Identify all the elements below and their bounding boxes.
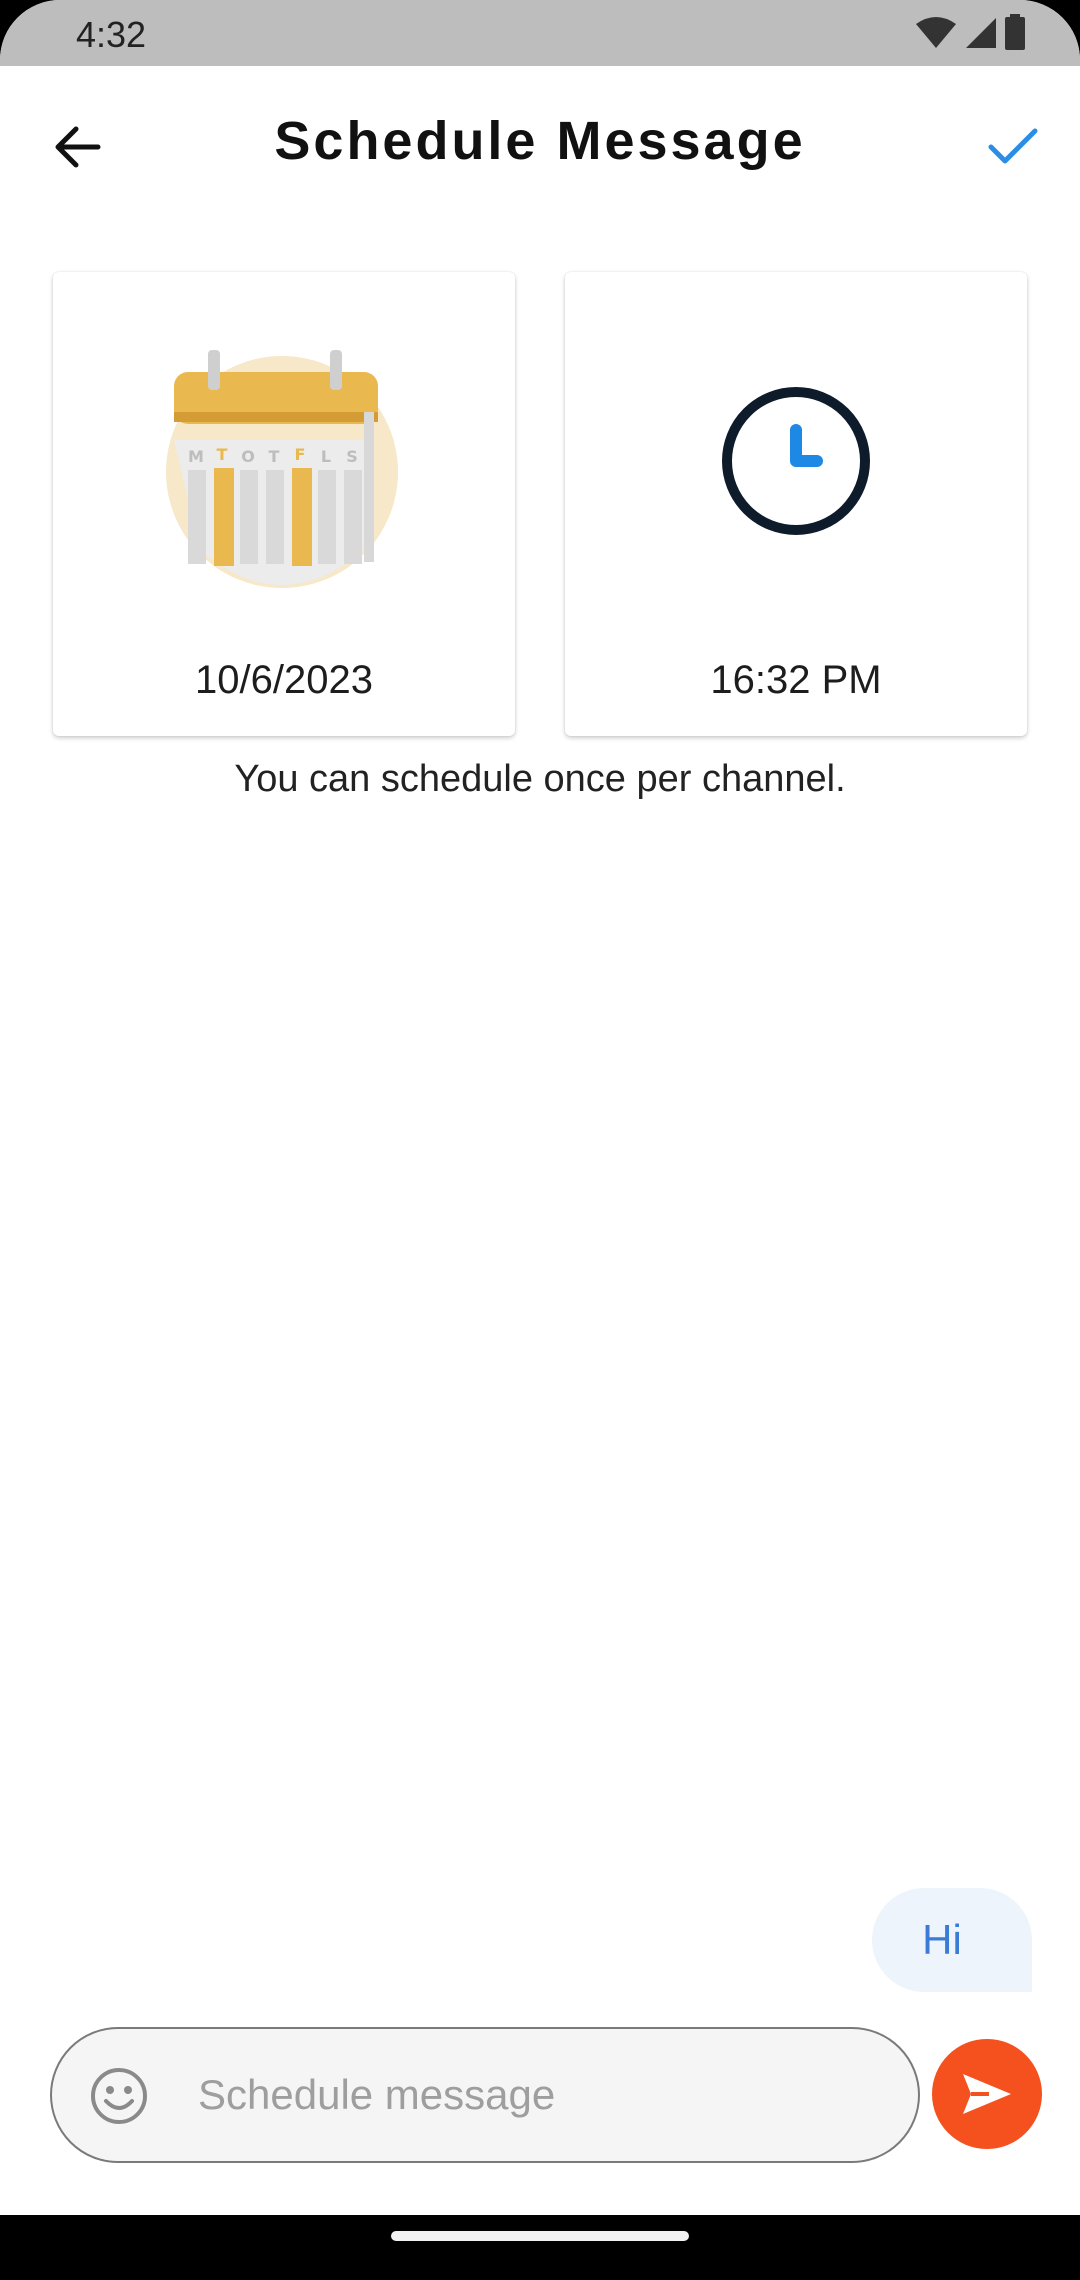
schedule-hint: You can schedule once per channel. [234,758,846,800]
svg-text:F: F [295,445,306,464]
clock-illustration [721,386,871,541]
home-indicator[interactable] [391,2231,689,2241]
battery-icon [1005,14,1025,50]
message-bubble: Hi [872,1888,1032,1992]
svg-text:S: S [346,447,358,466]
svg-text:T: T [217,445,228,464]
emoji-icon[interactable] [90,2067,148,2125]
calendar-illustration: M T O T F L S [164,350,404,595]
svg-text:M: M [188,447,204,466]
page-title: Schedule Message [274,111,806,171]
svg-text:T: T [269,447,280,466]
message-text: Hi [922,1916,962,1963]
confirm-button[interactable] [976,110,1050,184]
cell-signal-icon [966,18,996,48]
clock-icon [722,387,870,535]
send-button[interactable] [932,2039,1042,2149]
date-picker-card[interactable]: M T O T F L S 10/6/2023 [53,272,515,736]
svg-text:L: L [321,447,331,466]
system-icons [914,14,1026,50]
wifi-icon [916,17,956,48]
status-bar: 4:32 [0,0,1080,66]
time-picker-card[interactable]: 16:32 PM [565,272,1027,736]
screen: 4:32 Schedule Message M T O T F L S 10/6… [0,0,1080,2215]
check-icon [988,128,1038,164]
calendar-icon: M T O T F L S [166,350,398,588]
message-composer [50,2027,920,2163]
app-bar: Schedule Message [0,66,1080,222]
status-time: 4:32 [76,14,147,55]
svg-text:O: O [241,447,255,466]
schedule-message-input[interactable] [198,2053,878,2137]
selected-date: 10/6/2023 [195,658,373,702]
selected-time: 16:32 PM [710,658,882,702]
navigation-bar [0,2215,1080,2280]
send-icon [963,2074,1011,2114]
